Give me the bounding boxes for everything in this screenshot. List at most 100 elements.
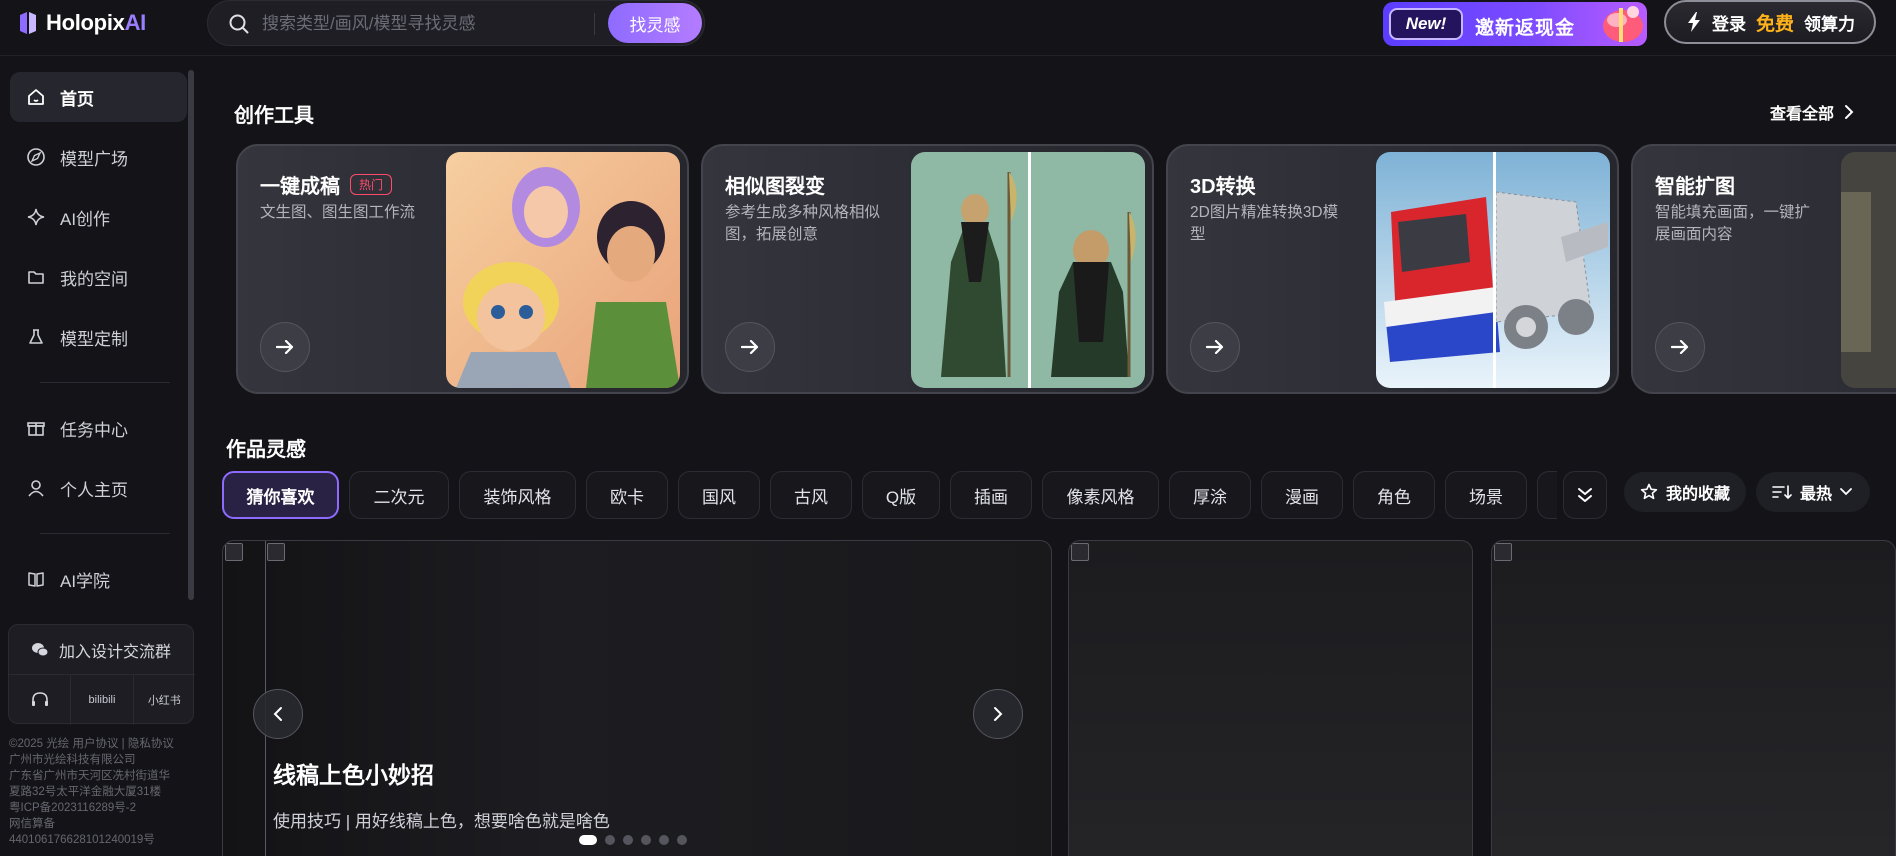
carousel-dot[interactable] xyxy=(623,835,633,845)
sidebar-item-my-space[interactable]: 我的空间 xyxy=(10,252,187,302)
sidebar-item-ai-academy[interactable]: AI学院 xyxy=(10,554,187,604)
headset-link[interactable] xyxy=(9,675,72,725)
broken-image-icon xyxy=(1494,543,1512,561)
tool-card-one-click[interactable]: 一键成稿 热门 文生图、图生图工作流 xyxy=(236,144,689,394)
logo-mark-icon xyxy=(20,12,36,34)
tool-card-desc: 智能填充画面，一键扩展画面内容 xyxy=(1655,204,1811,243)
footer-line: 网信算备 xyxy=(9,818,55,830)
folder-icon xyxy=(28,271,44,284)
sidebar-item-profile[interactable]: 个人主页 xyxy=(10,463,187,513)
double-chevron-down-icon xyxy=(1578,488,1592,502)
footer-line[interactable]: ©2025 光绘 用户协议 | 隐私协议 xyxy=(9,736,199,752)
find-inspiration-button[interactable]: 找灵感 xyxy=(608,3,702,43)
chevron-left-icon xyxy=(273,707,282,721)
truck-3d-image xyxy=(1376,152,1610,388)
chip-euro-truck[interactable]: 欧卡 xyxy=(586,471,668,519)
sidebar-item-label: 个人主页 xyxy=(60,480,128,500)
search-divider xyxy=(594,13,595,35)
artwork-card[interactable] xyxy=(1068,540,1473,856)
chip-ancient[interactable]: 古风 xyxy=(770,471,852,519)
arrow-right-button[interactable] xyxy=(725,322,775,372)
join-group-card: 加入设计交流群 bilibili 小红书 xyxy=(8,624,195,725)
carousel-prev-button[interactable] xyxy=(253,689,303,739)
sort-dropdown[interactable]: 最热 xyxy=(1756,472,1871,512)
chip-guofeng[interactable]: 国风 xyxy=(678,471,760,519)
footer-line: 广东省广州市天河区冼村街道华 xyxy=(9,770,170,782)
tool-card-title: 一键成稿 热门 xyxy=(260,170,393,199)
artwork-card[interactable] xyxy=(1491,540,1896,856)
social-links: bilibili 小红书 xyxy=(9,675,195,725)
my-favorites-button[interactable]: 我的收藏 xyxy=(1624,472,1747,512)
search-input[interactable] xyxy=(262,11,782,37)
invite-banner[interactable]: New! 邀新返现金 xyxy=(1383,2,1647,46)
sidebar-item-task-center[interactable]: 任务中心 xyxy=(10,403,187,453)
sidebar-item-label: 我的空间 xyxy=(60,269,128,289)
chip-illustration[interactable]: 插画 xyxy=(950,471,1032,519)
tool-card-similar-variation[interactable]: 相似图裂变 参考生成多种风格相似图，拓展创意 xyxy=(701,144,1154,394)
carousel-dot[interactable] xyxy=(659,835,669,845)
chip-scene[interactable]: 场景 xyxy=(1445,471,1527,519)
chevron-down-icon xyxy=(1840,488,1852,496)
chip-pixel[interactable]: 像素风格 xyxy=(1042,471,1159,519)
lightning-icon xyxy=(1688,12,1700,32)
sidebar-item-home[interactable]: 首页 xyxy=(10,72,187,122)
star-icon xyxy=(1640,483,1658,500)
search-icon[interactable] xyxy=(228,13,250,35)
carousel-dot[interactable] xyxy=(605,835,615,845)
sort-label: 最热 xyxy=(1800,486,1833,503)
arrow-right-button[interactable] xyxy=(260,322,310,372)
footer-line: 广州市光绘科技有限公司 xyxy=(9,754,136,766)
logo-text: HolopixAI xyxy=(46,10,146,35)
cartoon-characters-image xyxy=(446,152,680,388)
carousel-next-button[interactable] xyxy=(973,689,1023,739)
chip-guess-you-like[interactable]: 猜你喜欢 xyxy=(222,471,339,519)
tool-card-desc: 2D图片精准转换3D模型 xyxy=(1190,204,1339,243)
arrow-right-icon xyxy=(1671,340,1689,354)
carousel-dot[interactable] xyxy=(579,835,597,845)
chip-decorative[interactable]: 装饰风格 xyxy=(459,471,576,519)
carousel-slide-divider xyxy=(1051,559,1052,839)
xiaohongshu-link[interactable]: 小红书 xyxy=(134,675,195,725)
arrow-right-button[interactable] xyxy=(1655,322,1705,372)
arrow-right-icon xyxy=(741,340,759,354)
logo[interactable]: HolopixAI xyxy=(18,8,146,38)
chip-more-partial[interactable] xyxy=(1537,471,1557,519)
bilibili-link[interactable]: bilibili xyxy=(71,675,134,725)
xiaohongshu-icon: 小红书 xyxy=(147,695,181,707)
my-favorites-label: 我的收藏 xyxy=(1666,486,1731,503)
sidebar: 首页 模型广场 AI创作 我的空间 模型定制 任务中心 个人主页 AI学院 加入… xyxy=(0,56,196,856)
chip-character[interactable]: 角色 xyxy=(1353,471,1435,519)
arrow-right-icon xyxy=(276,340,294,354)
tool-card-desc: 文生图、图生图工作流 xyxy=(260,204,416,221)
join-group-button[interactable]: 加入设计交流群 xyxy=(9,625,195,675)
carousel-dot[interactable] xyxy=(677,835,687,845)
get-compute-label: 领算力 xyxy=(1804,14,1856,34)
tool-card-smart-expand[interactable]: 智能扩图 智能填充画面，一键扩展画面内容 xyxy=(1631,144,1896,394)
feature-title: 线稿上色小妙招 xyxy=(273,762,434,788)
feature-carousel[interactable]: 线稿上色小妙招 使用技巧 | 用好线稿上色，想要啥色就是啥色 xyxy=(222,540,1052,856)
chevron-right-icon xyxy=(994,707,1003,721)
sidebar-item-label: 任务中心 xyxy=(60,420,128,440)
headset-icon xyxy=(31,692,48,706)
see-all-link[interactable]: 查看全部 xyxy=(1770,100,1854,124)
tool-card-3d-convert[interactable]: 3D转换 2D图片精准转换3D模型 xyxy=(1166,144,1619,394)
guan-yu-warrior-image xyxy=(911,152,1145,388)
footer-line[interactable]: 粤ICP备2023116289号-2 xyxy=(9,800,199,816)
sidebar-item-model-custom[interactable]: 模型定制 xyxy=(10,312,187,362)
sidebar-item-ai-create[interactable]: AI创作 xyxy=(10,192,187,242)
sidebar-item-label: 模型定制 xyxy=(60,329,128,349)
footer-info: ©2025 光绘 用户协议 | 隐私协议 广州市光绘科技有限公司 广东省广州市天… xyxy=(9,736,199,848)
chip-comic[interactable]: 漫画 xyxy=(1261,471,1343,519)
expand-chips-button[interactable] xyxy=(1563,471,1607,519)
sidebar-item-model-square[interactable]: 模型广场 xyxy=(10,132,187,182)
chip-q-version[interactable]: Q版 xyxy=(862,471,940,519)
chip-anime[interactable]: 二次元 xyxy=(349,471,449,519)
chip-thick-paint[interactable]: 厚涂 xyxy=(1169,471,1251,519)
login-button[interactable]: 登录 免费 领算力 xyxy=(1664,0,1876,44)
sidebar-scrollbar[interactable] xyxy=(188,70,194,600)
top-bar: HolopixAI 找灵感 New! 邀新返现金 xyxy=(0,0,1896,56)
arrow-right-button[interactable] xyxy=(1190,322,1240,372)
free-label: 免费 xyxy=(1756,13,1795,35)
carousel-dot[interactable] xyxy=(641,835,651,845)
new-badge: New! xyxy=(1389,8,1463,40)
